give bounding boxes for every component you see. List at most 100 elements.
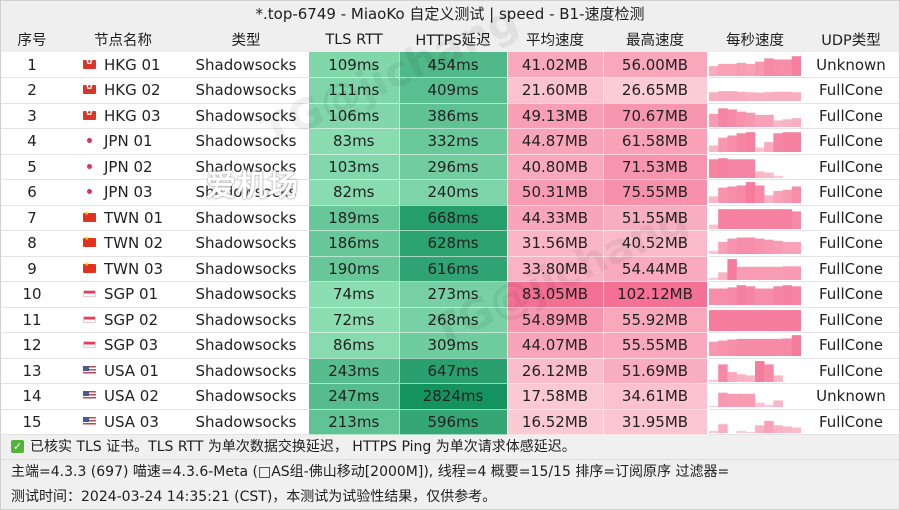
node-type: Shadowsocks (183, 409, 309, 435)
avg-speed-value: 33.80MB (507, 256, 604, 282)
udp-type-value: FullCone (803, 332, 899, 359)
sparkline-bar (792, 92, 802, 102)
sparkline-bar (792, 286, 802, 306)
sparkline-bar (782, 285, 793, 306)
avg-speed-value: 40.80MB (507, 154, 604, 180)
sparkline-bar (746, 159, 756, 178)
header-index[interactable]: 序号 (1, 27, 63, 52)
node-type: Shadowsocks (183, 256, 309, 282)
table-row[interactable]: 8 TWN 02 Shadowsocks186ms628ms31.56MB40.52… (1, 230, 899, 257)
sparkline-bar (709, 159, 719, 178)
sparkline-bar (746, 112, 756, 127)
table-row[interactable]: 2 HKG 02 Shadowsocks111ms409ms21.60MB26.65… (1, 77, 899, 104)
node-type: Shadowsocks (183, 154, 309, 180)
node-name-cell: SGP 03 (63, 332, 183, 359)
table-row[interactable]: 9 TWN 03 Shadowsocks190ms616ms33.80MB54.44… (1, 256, 899, 282)
https-latency-value: 273ms (399, 281, 508, 308)
row-index: 15 (1, 409, 63, 435)
sparkline-bar (755, 360, 765, 382)
table-row[interactable]: 15 USA 03 Shadowsocks 213ms 596ms 16.52MB 31.9… (1, 409, 899, 435)
node-name-cell: TWN 01 (63, 205, 183, 231)
https-latency-value: 596ms (399, 409, 508, 435)
sparkline-bar (782, 338, 793, 357)
sparkline-bar (709, 145, 719, 153)
header-type[interactable]: 类型 (183, 27, 309, 52)
max-speed-value: 71.53MB (603, 154, 708, 180)
header-avg-speed[interactable]: 平均速度 (507, 27, 603, 52)
avg-speed-value: 49.13MB (507, 103, 604, 129)
sparkline-bar (782, 59, 793, 76)
per-second-cell (707, 383, 803, 410)
window-title: *.top-6749 - MiaoKo 自定义测试 | speed - B1-速… (1, 1, 899, 27)
udp-type-value: FullCone (803, 179, 899, 206)
per-second-cell (707, 77, 803, 104)
udp-type-value: FullCone (803, 409, 899, 435)
row-index: 7 (1, 205, 63, 231)
row-index: 4 (1, 128, 63, 155)
header-max-speed[interactable]: 最高速度 (603, 27, 707, 52)
header-per-second-speed[interactable]: 每秒速度 (707, 27, 803, 52)
per-second-sparkline (709, 208, 802, 229)
tls-rtt-value: 186ms (309, 230, 400, 257)
per-second-cell (707, 281, 803, 308)
node-name: USA 02 (104, 387, 159, 406)
node-type: Shadowsocks (183, 307, 309, 333)
table-row[interactable]: 11 SGP 02 Shadowsocks 72ms 268ms 54.89MB 55.92… (1, 307, 899, 333)
https-latency-value: 616ms (399, 256, 508, 282)
tls-rtt-value: 111ms (309, 77, 400, 104)
sparkline-bar (736, 285, 747, 306)
avg-speed-value: 44.87MB (507, 128, 604, 155)
header-tls-rtt[interactable]: TLS RTT (309, 27, 399, 52)
sparkline-bar (792, 266, 802, 280)
sparkline-bar (782, 119, 793, 127)
sparkline-bar (736, 339, 747, 357)
sparkline-bar (746, 237, 756, 255)
max-speed-value: 54.44MB (603, 256, 708, 282)
table-row[interactable]: 1 HKG 01 Shadowsocks109ms454ms41.02MB56.00… (1, 52, 899, 78)
node-name: SGP 03 (104, 336, 159, 355)
sparkline-bar (773, 133, 784, 153)
table-row[interactable]: 4 JPN 01 Shadowsocks 83ms 332ms 44.87MB 61.58M… (1, 128, 899, 155)
sparkline-bar (709, 341, 719, 357)
max-speed-value: 51.55MB (603, 205, 708, 231)
sparkline-bar (773, 175, 784, 178)
header-node-name[interactable]: 节点名称 (63, 27, 183, 52)
node-name: JPN 02 (104, 157, 153, 176)
per-second-cell (707, 256, 803, 282)
header-https-latency[interactable]: HTTPS延迟 (399, 27, 507, 52)
sparkline-bar (718, 108, 728, 127)
header-udp-type[interactable]: UDP类型 (803, 27, 899, 52)
table-row[interactable]: 13 USA 01 Shadowsocks 243ms 647ms 26.12MB 51.6… (1, 358, 899, 384)
table-row[interactable]: 5 JPN 02 Shadowsocks 103ms 296ms 40.80MB 71.53… (1, 154, 899, 180)
sparkline-bar (755, 147, 765, 153)
table-row[interactable]: 6 JPN 03 Shadowsocks 82ms 240ms 50.31MB 75.55M… (1, 179, 899, 206)
node-name-cell: TWN 03 (63, 256, 183, 282)
udp-type-value: FullCone (803, 205, 899, 231)
per-second-sparkline (709, 420, 802, 433)
node-name-cell: SGP 02 (63, 307, 183, 333)
table-row[interactable]: 12 SGP 03 Shadowsocks 86ms 309ms 44.07MB 55.55… (1, 332, 899, 359)
per-second-sparkline (709, 237, 802, 255)
per-second-sparkline (709, 182, 802, 204)
node-name-cell: USA 02 (63, 383, 183, 410)
sparkline-bar (727, 371, 738, 382)
udp-type-value: FullCone (803, 358, 899, 384)
table-row[interactable]: 3 HKG 03 Shadowsocks106ms386ms49.13MB70.67… (1, 103, 899, 129)
sparkline-bar (782, 208, 793, 229)
per-second-sparkline (709, 360, 784, 382)
max-speed-value: 34.61MB (603, 383, 708, 410)
table-row[interactable]: 10 SGP 01 Shadowsocks 74ms 273ms 83.05MB 102.1… (1, 281, 899, 308)
sparkline-bar (764, 172, 774, 178)
https-latency-value: 454ms (399, 52, 508, 78)
table-row[interactable]: 7 TWN 01 Shadowsocks189ms668ms44.33MB51.55… (1, 205, 899, 231)
table-row[interactable]: 14 USA 02 Shadowsocks 247ms 2824ms 17.58MB 34.… (1, 383, 899, 410)
sparkline-bar (709, 113, 719, 127)
avg-speed-value: 16.52MB (507, 409, 604, 435)
sparkline-bar (746, 339, 756, 357)
avg-speed-value: 44.33MB (507, 205, 604, 231)
udp-type-value: FullCone (803, 307, 899, 333)
sparkline-bar (709, 196, 719, 204)
node-name: SGP 02 (104, 310, 159, 329)
sparkline-bar (773, 286, 784, 306)
sparkline-bar (755, 425, 765, 433)
